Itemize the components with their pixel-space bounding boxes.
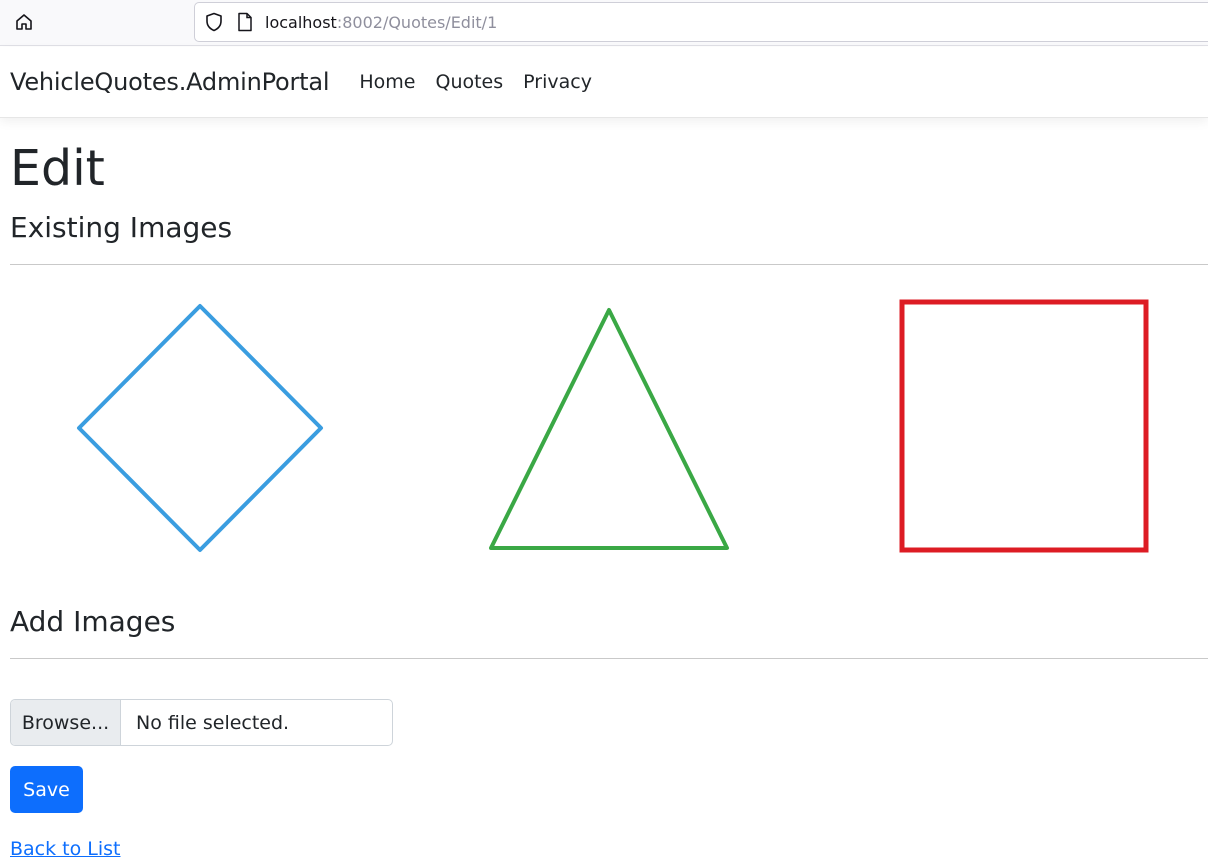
back-to-list-link[interactable]: Back to List <box>10 838 121 860</box>
existing-image-square <box>899 299 1149 553</box>
home-icon <box>16 14 32 30</box>
shield-icon[interactable] <box>205 12 223 32</box>
add-images-heading: Add Images <box>10 605 176 638</box>
page-icon <box>237 12 253 32</box>
url-text[interactable]: localhost:8002/Quotes/Edit/1 <box>265 13 497 32</box>
page-title: Edit <box>10 140 105 197</box>
navbar: VehicleQuotes.AdminPortal Home Quotes Pr… <box>0 47 1208 118</box>
url-path: :8002/Quotes/Edit/1 <box>336 12 498 32</box>
existing-images <box>10 298 1208 558</box>
divider <box>10 264 1208 265</box>
existing-image-triangle <box>489 308 729 550</box>
home-button[interactable] <box>10 8 38 36</box>
browse-button[interactable]: Browse... <box>11 700 121 745</box>
brand-link[interactable]: VehicleQuotes.AdminPortal <box>10 68 330 96</box>
existing-images-heading: Existing Images <box>10 211 233 244</box>
divider <box>10 658 1208 659</box>
nav-link-quotes[interactable]: Quotes <box>425 71 513 93</box>
save-button[interactable]: Save <box>10 766 83 813</box>
file-status-text: No file selected. <box>136 711 290 734</box>
nav-link-privacy[interactable]: Privacy <box>513 71 602 93</box>
browser-toolbar: localhost:8002/Quotes/Edit/1 <box>0 0 1208 46</box>
address-bar[interactable]: localhost:8002/Quotes/Edit/1 <box>194 2 1208 42</box>
existing-image-diamond <box>77 304 323 552</box>
nav-link-home[interactable]: Home <box>349 71 425 93</box>
file-input[interactable]: Browse... No file selected. <box>10 699 393 746</box>
url-host: localhost <box>265 12 337 32</box>
nav-links: Home Quotes Privacy <box>349 71 602 93</box>
